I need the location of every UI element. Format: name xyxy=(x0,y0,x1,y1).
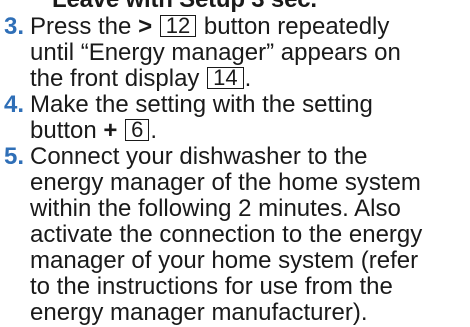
instruction-steps: 3. Press the > 12 button repeatedly unti… xyxy=(0,14,470,326)
step-5-line-3: within the following 2 minutes. Also xyxy=(30,195,401,222)
step-4-line-2: button + 6. xyxy=(30,117,158,144)
step-number: 5. xyxy=(4,143,25,170)
step-3-line-2: until “Energy manager” appears on xyxy=(30,39,401,66)
step-number: 4. xyxy=(4,91,25,118)
step-5: 5. Connect your dishwasher to the energy… xyxy=(0,144,470,326)
step-4: 4. Make the setting with the setting but… xyxy=(0,92,470,144)
step-number: 3. xyxy=(4,13,25,40)
reference-number-box: 6 xyxy=(125,119,150,141)
plus-icon: + xyxy=(103,117,118,144)
step-3: 3. Press the > 12 button repeatedly unti… xyxy=(0,14,470,92)
step-5-line-6: to the instructions for use from the xyxy=(30,273,393,300)
reference-number-box: 14 xyxy=(207,67,244,89)
reference-number-box: 12 xyxy=(159,15,197,37)
step-3-line-1: Press the > 12 button repeatedly xyxy=(30,13,390,40)
step-3-line-3: the front display 14. xyxy=(30,65,252,92)
chevron-right-icon: > xyxy=(138,13,153,40)
step-4-line-1: Make the setting with the setting xyxy=(30,91,373,118)
step-5-line-4: activate the connection to the energy xyxy=(30,221,423,248)
cut-off-heading: Leave with Setup 3 sec. xyxy=(52,0,317,14)
step-5-line-5: manager of your home system (refer xyxy=(30,247,419,274)
step-5-line-2: energy manager of the home system xyxy=(30,169,421,196)
step-5-line-7: energy manager manufacturer). xyxy=(30,299,368,326)
step-5-line-1: Connect your dishwasher to the xyxy=(30,143,368,170)
